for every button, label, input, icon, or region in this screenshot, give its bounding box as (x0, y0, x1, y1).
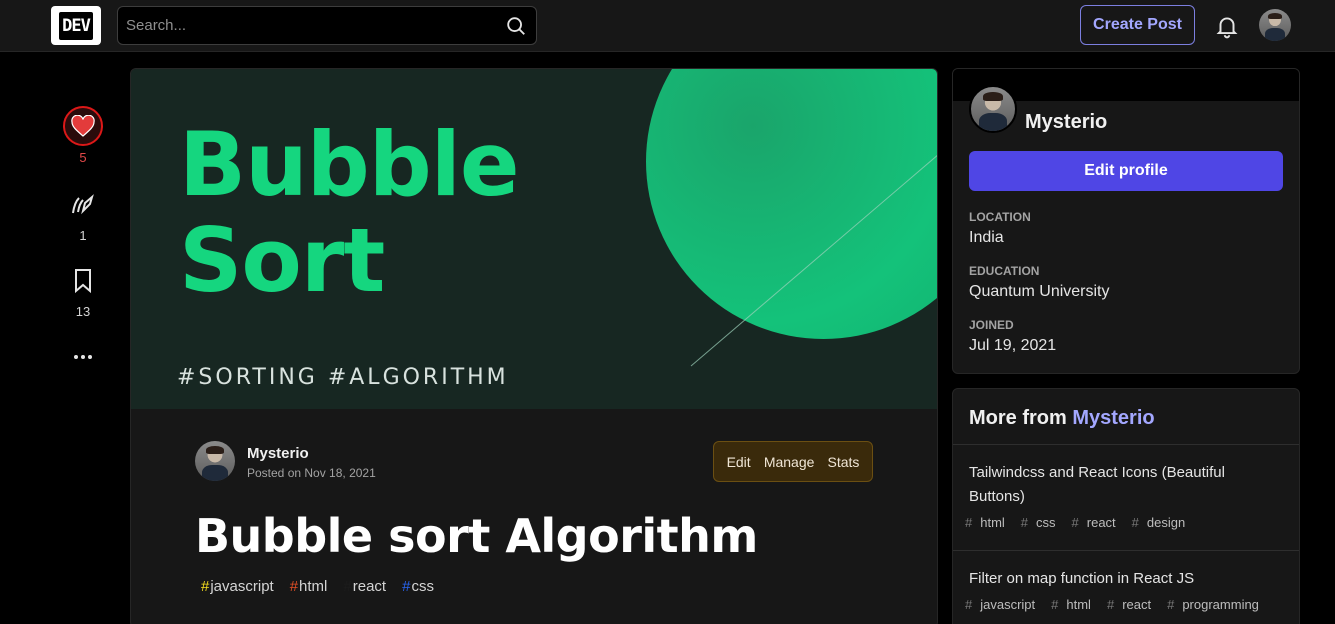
tag-hash: # (289, 578, 299, 595)
cover-title-line1: Bubble (179, 113, 520, 216)
tag-hash: # (1167, 597, 1175, 612)
divider (953, 444, 1299, 445)
more-item-tags: # javascript # html # react # programming (965, 597, 1275, 612)
tag-html[interactable]: #html (290, 578, 328, 595)
profile-name[interactable]: Mysterio (1025, 111, 1107, 134)
tag-label: javascript (980, 597, 1036, 612)
dev-logo[interactable]: DEV (51, 6, 101, 45)
cover-tags: #SORTING #ALGORITHM (177, 365, 509, 390)
tag-label: css (411, 578, 434, 595)
tag-label: design (1146, 515, 1186, 530)
search-input[interactable] (118, 7, 498, 44)
post-title: Bubble sort Algorithm (195, 509, 758, 563)
more-from-prefix: More from (969, 407, 1067, 429)
author-name[interactable]: Mysterio (247, 445, 309, 462)
edit-profile-button[interactable]: Edit profile (969, 151, 1283, 191)
article-card: Bubble Sort #SORTING #ALGORITHM Mysterio… (130, 68, 938, 624)
bell-icon[interactable] (1214, 13, 1240, 39)
cover-image: Bubble Sort #SORTING #ALGORITHM (131, 69, 937, 409)
education-value: Quantum University (969, 283, 1110, 300)
tag-hash: # (965, 515, 973, 530)
tag-label: javascript (210, 578, 274, 595)
tag-react[interactable]: #react (343, 578, 386, 595)
divider (953, 550, 1299, 551)
tag-css[interactable]: #css (402, 578, 434, 595)
tag-hash: # (343, 578, 352, 595)
post-date: Posted on Nov 18, 2021 (247, 466, 376, 480)
tag-label: react (1122, 597, 1152, 612)
tag-hash: # (965, 597, 973, 612)
tag-hash: # (201, 578, 210, 595)
tag-hash: # (1051, 597, 1059, 612)
tag-hash: # (1020, 515, 1029, 530)
tag-design[interactable]: # design (1132, 515, 1194, 530)
tag-hash: # (402, 578, 411, 595)
bookmark-count: 13 (75, 304, 91, 319)
heart-button[interactable] (63, 106, 103, 146)
tag-hash: # (1071, 515, 1079, 530)
more-from-card: More from Mysterio Tailwindcss and React… (952, 388, 1300, 624)
tag-label: react (1086, 515, 1116, 530)
edit-button[interactable]: Edit (727, 454, 751, 470)
profile-card: Mysterio Edit profile LOCATION India EDU… (952, 68, 1300, 374)
location-value: India (969, 229, 1004, 246)
tag-javascript[interactable]: # javascript (965, 597, 1043, 612)
tag-react[interactable]: # react (1107, 597, 1159, 612)
cover-title: Bubble Sort (179, 113, 520, 312)
profile-avatar[interactable] (969, 85, 1017, 133)
cover-title-line2: Sort (179, 209, 385, 312)
tag-hash: # (1106, 597, 1115, 612)
tag-react[interactable]: # react (1072, 515, 1124, 530)
joined-value: Jul 19, 2021 (969, 337, 1057, 354)
tag-label: html (980, 515, 1005, 530)
tag-label: html (299, 578, 328, 595)
post-tags: #javascript #html #react #css (201, 578, 450, 595)
more-options-icon[interactable] (73, 354, 93, 360)
more-item-title[interactable]: Filter on map function in React JS (969, 567, 1269, 591)
unicorn-icon[interactable] (70, 192, 96, 218)
heart-icon (71, 115, 95, 137)
more-item-tags: # html # css # react # design (965, 515, 1201, 530)
tag-hash: # (1131, 515, 1139, 530)
logo-text: DEV (59, 11, 93, 40)
tag-css[interactable]: # css (1021, 515, 1064, 530)
tag-label: react (352, 578, 387, 595)
tag-label: programming (1182, 597, 1259, 612)
joined-label: JOINED (969, 318, 1014, 332)
post-actions: Edit Manage Stats (713, 441, 873, 482)
education-label: EDUCATION (969, 264, 1040, 278)
bookmark-icon[interactable] (73, 268, 93, 294)
location-label: LOCATION (969, 210, 1031, 224)
tag-html[interactable]: # html (1051, 597, 1099, 612)
search-bar[interactable] (117, 6, 537, 45)
create-post-button[interactable]: Create Post (1080, 5, 1195, 45)
user-avatar[interactable] (1259, 9, 1291, 41)
search-icon[interactable] (505, 15, 527, 37)
tag-label: html (1066, 597, 1091, 612)
author-avatar[interactable] (195, 441, 235, 481)
more-item-title[interactable]: Tailwindcss and React Icons (Beautiful B… (969, 461, 1269, 509)
tag-programming[interactable]: # programming (1167, 597, 1267, 612)
top-nav: DEV Create Post (0, 0, 1335, 52)
tag-html[interactable]: # html (965, 515, 1013, 530)
unicorn-count: 1 (79, 228, 87, 243)
more-from-heading: More from Mysterio (969, 407, 1155, 430)
like-count: 5 (79, 150, 87, 165)
more-from-author[interactable]: Mysterio (1072, 407, 1154, 429)
stats-button[interactable]: Stats (828, 454, 860, 470)
manage-button[interactable]: Manage (764, 454, 815, 470)
tag-javascript[interactable]: #javascript (201, 578, 274, 595)
tag-label: css (1036, 515, 1056, 530)
